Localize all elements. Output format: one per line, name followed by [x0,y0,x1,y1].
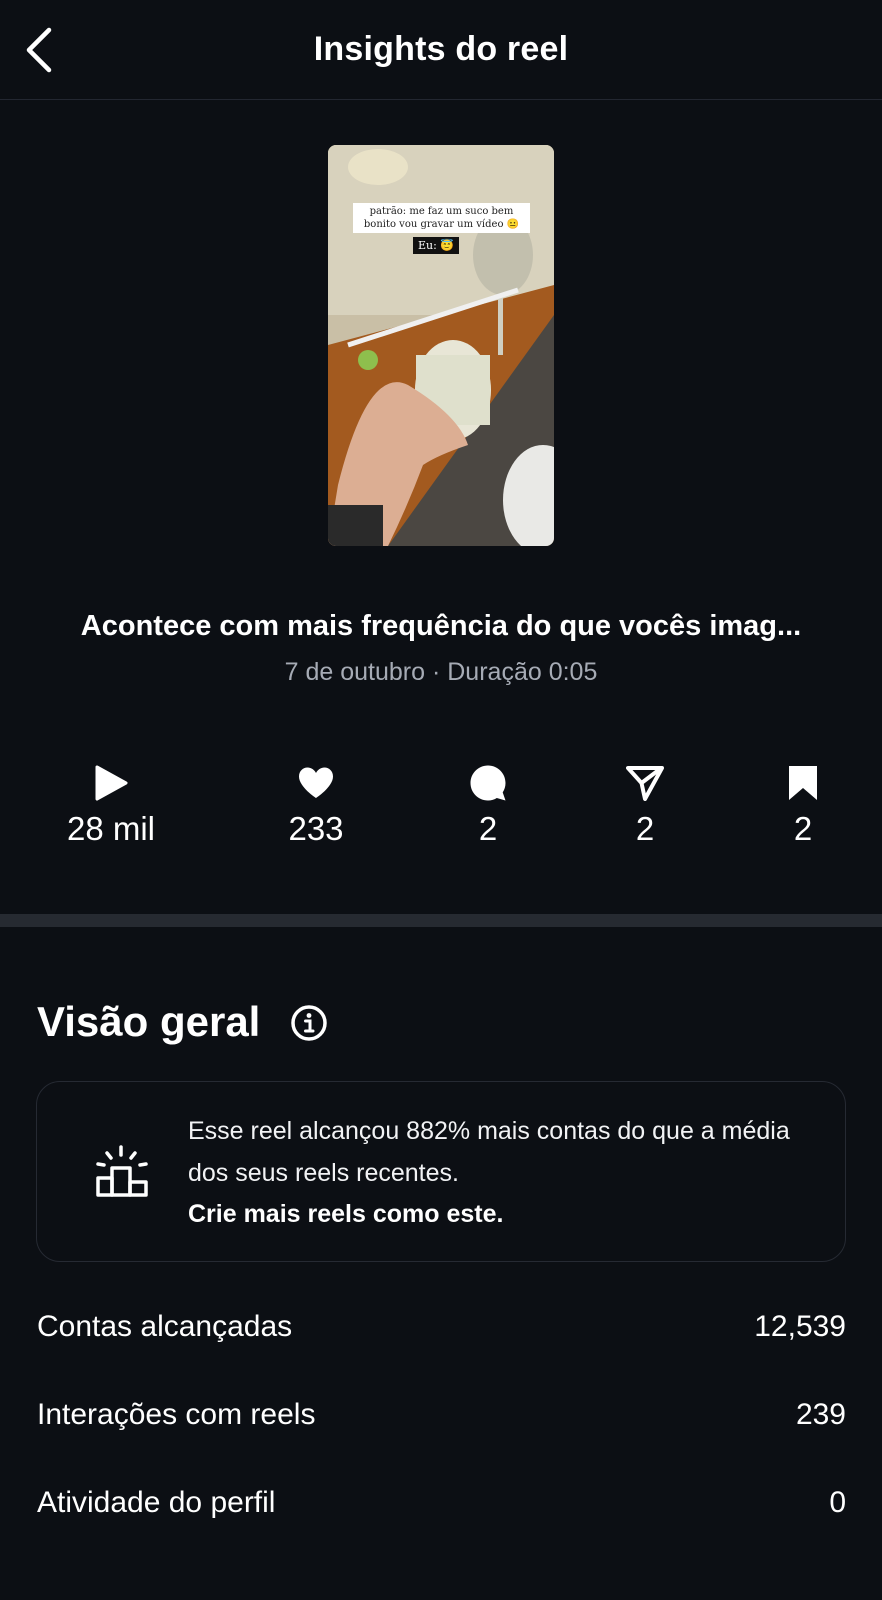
metric-value: 239 [795,1398,846,1431]
stat-shares: 2 [575,762,715,848]
stat-shares-value: 2 [635,810,655,847]
stat-plays: 28 mil [41,762,181,848]
metric-label: Interações com reels [37,1398,316,1431]
section-divider [0,914,882,927]
bookmark-icon [789,766,817,800]
metric-label: Atividade do perfil [37,1486,276,1519]
play-icon [95,765,128,801]
reel-meta: 7 de outubro · Duração 0:05 [284,658,598,686]
stat-likes-value: 233 [288,810,344,847]
metric-value: 12,539 [754,1310,846,1343]
section-title: Visão geral [37,998,261,1045]
stat-plays-value: 28 mil [66,810,156,847]
reel-thumbnail[interactable]: patrão: me faz um suco bem bonito vou gr… [328,145,554,546]
thumbnail-label: Eu: 😇 [413,237,460,254]
stat-comments: 2 [418,762,558,848]
insight-text: Esse reel alcançou 882% mais contas do q… [188,1117,790,1187]
stat-comments-value: 2 [478,810,498,847]
stat-saves: 2 [733,762,873,848]
share-icon [626,766,664,801]
metric-value: 0 [829,1486,846,1519]
reel-title: Acontece com mais frequência do que você… [80,610,802,642]
insight-cta-link[interactable]: Crie mais reels como este. [188,1200,503,1229]
insight-card[interactable]: Esse reel alcançou 882% mais contas do q… [36,1081,846,1262]
metric-row-profile-activity[interactable]: Atividade do perfil 0 [37,1486,846,1520]
podium-icon [96,1145,148,1197]
thumbnail-caption: patrão: me faz um suco bem bonito vou gr… [353,203,530,233]
info-icon[interactable] [290,1004,328,1042]
metric-row-reel-interactions[interactable]: Interações com reels 239 [37,1398,846,1432]
heart-icon [299,767,333,798]
page-title: Insights do reel [313,30,569,68]
comment-icon [470,765,506,801]
stat-saves-value: 2 [793,810,813,847]
stat-likes: 233 [246,762,386,848]
metric-row-accounts-reached[interactable]: Contas alcançadas 12,539 [37,1310,846,1344]
metric-label: Contas alcançadas [37,1310,293,1343]
header: Insights do reel [0,0,882,100]
